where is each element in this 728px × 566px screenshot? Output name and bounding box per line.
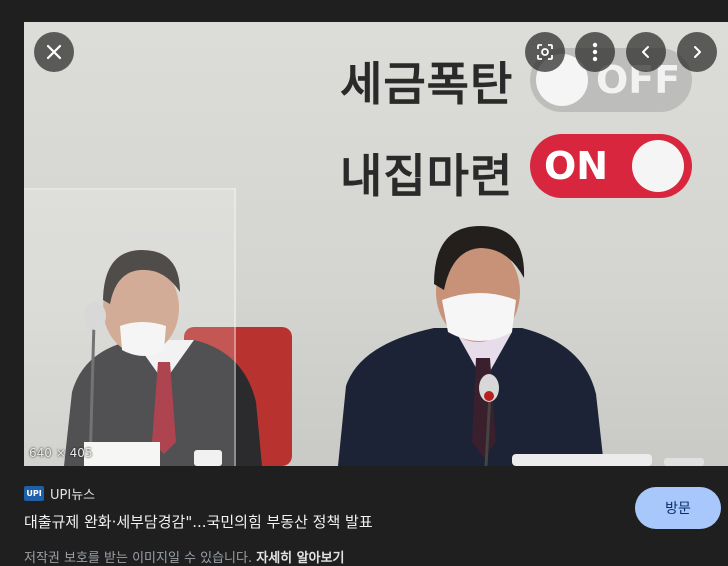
preview-image[interactable]: 세금폭탄 내집마련 OFF ON <box>24 22 728 466</box>
lens-button[interactable] <box>525 32 565 72</box>
copyright-text: 저작권 보호를 받는 이미지일 수 있습니다. <box>24 551 253 566</box>
more-options-button[interactable] <box>575 32 615 72</box>
more-vert-icon <box>592 42 598 62</box>
close-button[interactable] <box>34 32 74 72</box>
visit-button[interactable]: 방문 <box>635 487 721 529</box>
image-dimensions: 640 × 405 <box>29 446 93 460</box>
next-button[interactable] <box>677 32 717 72</box>
acrylic-partition <box>24 188 236 466</box>
source-logo: UPI <box>24 486 44 501</box>
result-title-link[interactable]: 대출규제 완화·세부담경감"...국민의힘 부동산 정책 발표 <box>24 511 373 532</box>
image-viewer: 세금폭탄 내집마련 OFF ON 640 × 405 UPI UPI뉴스 대출규… <box>0 0 728 566</box>
source-link[interactable]: UPI UPI뉴스 <box>24 484 95 503</box>
lens-icon <box>537 44 553 60</box>
source-name: UPI뉴스 <box>50 488 96 503</box>
previous-button[interactable] <box>626 32 666 72</box>
result-info-panel: UPI UPI뉴스 대출규제 완화·세부담경감"...국민의힘 부동산 정책 발… <box>24 466 728 566</box>
learn-more-link[interactable]: 자세히 알아보기 <box>256 551 344 566</box>
close-icon <box>46 44 62 60</box>
chevron-right-icon <box>694 46 701 58</box>
chevron-left-icon <box>642 46 649 58</box>
